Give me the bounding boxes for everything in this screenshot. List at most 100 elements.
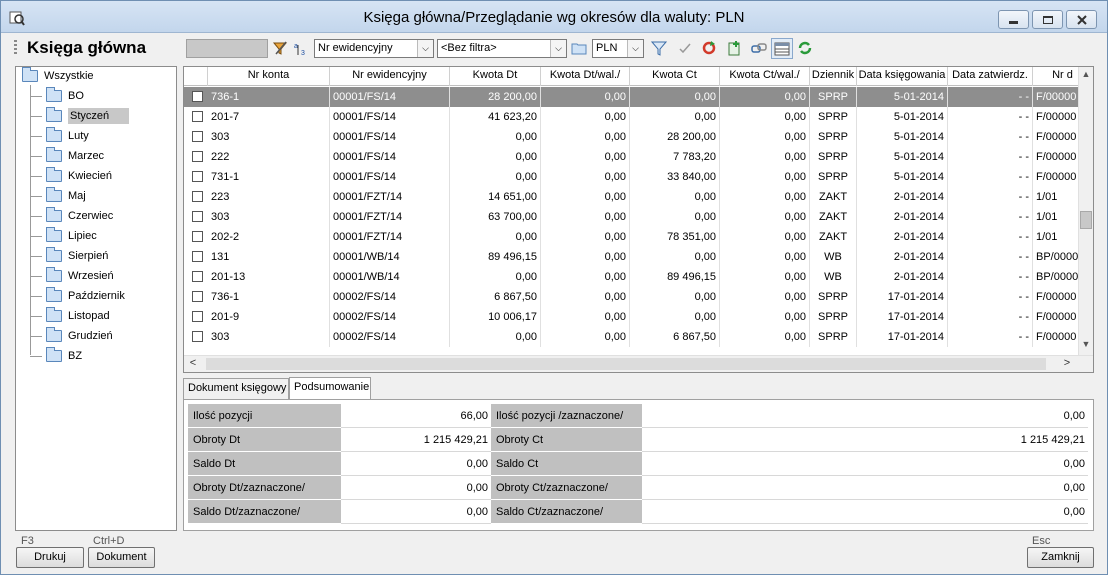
table-row[interactable]: 736-1 00001/FS/14 28 200,00 0,00 0,00 0,00 SPR…: [184, 87, 1093, 107]
sync-icon[interactable]: [797, 40, 813, 56]
vertical-scrollbar[interactable]: ▲ ▼: [1078, 67, 1093, 355]
row-checkbox[interactable]: [192, 231, 203, 242]
toolbar-grip[interactable]: [14, 40, 17, 56]
table-row[interactable]: 223 00001/FZT/14 14 651,00 0,00 0,00 0,00 ZAKT…: [184, 187, 1093, 207]
tab-summary[interactable]: Podsumowanie: [289, 377, 371, 400]
column-header[interactable]: Data zatwierdz.: [948, 67, 1033, 86]
check-icon[interactable]: [677, 40, 693, 56]
table-row[interactable]: 202-2 00001/FZT/14 0,00 0,00 78 351,00 0,00 ZA…: [184, 227, 1093, 247]
table-cell: 89 496,15: [450, 247, 541, 267]
table-row[interactable]: 222 00001/FS/14 0,00 0,00 7 783,20 0,00 SPRP 5-…: [184, 147, 1093, 167]
table-cell: 63 700,00: [450, 207, 541, 227]
table-row[interactable]: 201-7 00001/FS/14 41 623,20 0,00 0,00 0,00 SPR…: [184, 107, 1093, 127]
table-cell: 17-01-2014: [857, 327, 948, 347]
filter-icon[interactable]: [651, 40, 667, 56]
tree-item[interactable]: Czerwiec: [46, 207, 113, 225]
column-header[interactable]: Data księgowania: [857, 67, 948, 86]
sort-field-select[interactable]: Nr ewidencyjny ⌵: [314, 39, 434, 58]
minimize-button[interactable]: [998, 10, 1029, 29]
hscroll-thumb[interactable]: [206, 358, 1046, 370]
column-header[interactable]: Nr konta: [208, 67, 330, 86]
column-header[interactable]: Kwota Dt: [450, 67, 541, 86]
tree-item[interactable]: Listopad: [46, 307, 110, 325]
tree-item[interactable]: Lipiec: [46, 227, 97, 245]
table-row[interactable]: 736-1 00002/FS/14 6 867,50 0,00 0,00 0,00 SPRP…: [184, 287, 1093, 307]
close-window-button[interactable]: [1066, 10, 1097, 29]
currency-select[interactable]: PLN ⌵: [592, 39, 644, 58]
edit-filter-icon[interactable]: [272, 40, 288, 56]
table-row[interactable]: 201-9 00002/FS/14 10 006,17 0,00 0,00 0,00 SPR…: [184, 307, 1093, 327]
maximize-button[interactable]: [1032, 10, 1063, 29]
row-checkbox[interactable]: [192, 271, 203, 282]
table-row[interactable]: 303 00001/FS/14 0,00 0,00 28 200,00 0,00 SPRP 5…: [184, 127, 1093, 147]
tree-item[interactable]: Sierpień: [46, 247, 108, 265]
tree-root[interactable]: Wszystkie: [22, 67, 94, 85]
row-checkbox[interactable]: [192, 171, 203, 182]
column-header[interactable]: Dziennik: [810, 67, 857, 86]
row-checkbox[interactable]: [192, 211, 203, 222]
table-row[interactable]: 131 00001/WB/14 89 496,15 0,00 0,00 0,00 WB 2-0…: [184, 247, 1093, 267]
table-cell: ZAKT: [810, 187, 857, 207]
table-cell: - -: [948, 87, 1033, 107]
table-cell: - -: [948, 187, 1033, 207]
row-checkbox[interactable]: [192, 151, 203, 162]
table-cell: 33 840,00: [630, 167, 720, 187]
row-checkbox[interactable]: [192, 311, 203, 322]
tree-item[interactable]: Maj: [46, 187, 86, 205]
tree-item[interactable]: BZ: [46, 347, 82, 365]
tab-accounting-document[interactable]: Dokument księgowy: [183, 378, 289, 399]
table-row[interactable]: 201-13 00001/WB/14 0,00 0,00 89 496,15 0,00 WB…: [184, 267, 1093, 287]
search-field[interactable]: [186, 39, 268, 58]
link-icon[interactable]: [751, 40, 767, 56]
table-cell: 00001/FS/14: [330, 147, 450, 167]
tree-item[interactable]: Grudzień: [46, 327, 113, 345]
horizontal-scrollbar[interactable]: < >: [184, 355, 1093, 372]
table-row[interactable]: 303 00001/FZT/14 63 700,00 0,00 0,00 0,00 ZAKT…: [184, 207, 1093, 227]
scroll-down-icon[interactable]: ▼: [1079, 339, 1093, 353]
tree-item[interactable]: BO: [46, 87, 84, 105]
filter-select[interactable]: <Bez filtra> ⌵: [437, 39, 567, 58]
column-header[interactable]: Kwota Ct/wal./: [720, 67, 810, 86]
summary-label: Ilość pozycji /zaznaczone/: [491, 404, 642, 428]
column-header-check[interactable]: [184, 67, 208, 86]
add-document-icon[interactable]: [727, 40, 743, 56]
table-cell: 14 651,00: [450, 187, 541, 207]
table-cell: 41 623,20: [450, 107, 541, 127]
table-cell: 303: [208, 127, 330, 147]
table-cell: 0,00: [720, 167, 810, 187]
close-button[interactable]: Zamknij: [1027, 547, 1094, 568]
column-header[interactable]: Nr ewidencyjny: [330, 67, 450, 86]
row-checkbox[interactable]: [192, 91, 203, 102]
tree-item[interactable]: Marzec: [46, 147, 104, 165]
row-checkbox[interactable]: [192, 191, 203, 202]
svg-text:3: 3: [301, 50, 305, 56]
scroll-left-icon[interactable]: <: [186, 357, 200, 369]
row-checkbox[interactable]: [192, 291, 203, 302]
sort-icon[interactable]: a 3: [293, 40, 309, 56]
module-title: Księga główna: [27, 38, 147, 57]
table-row[interactable]: 303 00002/FS/14 0,00 0,00 6 867,50 0,00 SPRP 17…: [184, 327, 1093, 347]
row-checkbox[interactable]: [192, 331, 203, 342]
tree-item[interactable]: Luty: [46, 127, 89, 145]
table-row[interactable]: 731-1 00001/FS/14 0,00 0,00 33 840,00 0,00 SPR…: [184, 167, 1093, 187]
row-checkbox[interactable]: [192, 251, 203, 262]
column-header[interactable]: Kwota Dt/wal./: [541, 67, 630, 86]
tree-item[interactable]: Styczeń: [46, 107, 130, 125]
scroll-right-icon[interactable]: >: [1060, 357, 1074, 369]
print-button[interactable]: Drukuj: [16, 547, 84, 568]
folder-icon[interactable]: [571, 40, 587, 56]
columns-toggle-button[interactable]: [771, 38, 793, 59]
table-cell: SPRP: [810, 287, 857, 307]
tree-item[interactable]: Kwiecień: [46, 167, 112, 185]
summary-value: 66,00: [341, 404, 491, 428]
scroll-thumb[interactable]: [1080, 211, 1092, 229]
refresh-icon[interactable]: [701, 40, 717, 56]
document-button[interactable]: Dokument: [88, 547, 155, 568]
scroll-up-icon[interactable]: ▲: [1079, 69, 1093, 83]
table-cell: 2-01-2014: [857, 227, 948, 247]
row-checkbox[interactable]: [192, 131, 203, 142]
column-header[interactable]: Kwota Ct: [630, 67, 720, 86]
tree-item[interactable]: Październik: [46, 287, 125, 305]
row-checkbox[interactable]: [192, 111, 203, 122]
tree-item[interactable]: Wrzesień: [46, 267, 114, 285]
